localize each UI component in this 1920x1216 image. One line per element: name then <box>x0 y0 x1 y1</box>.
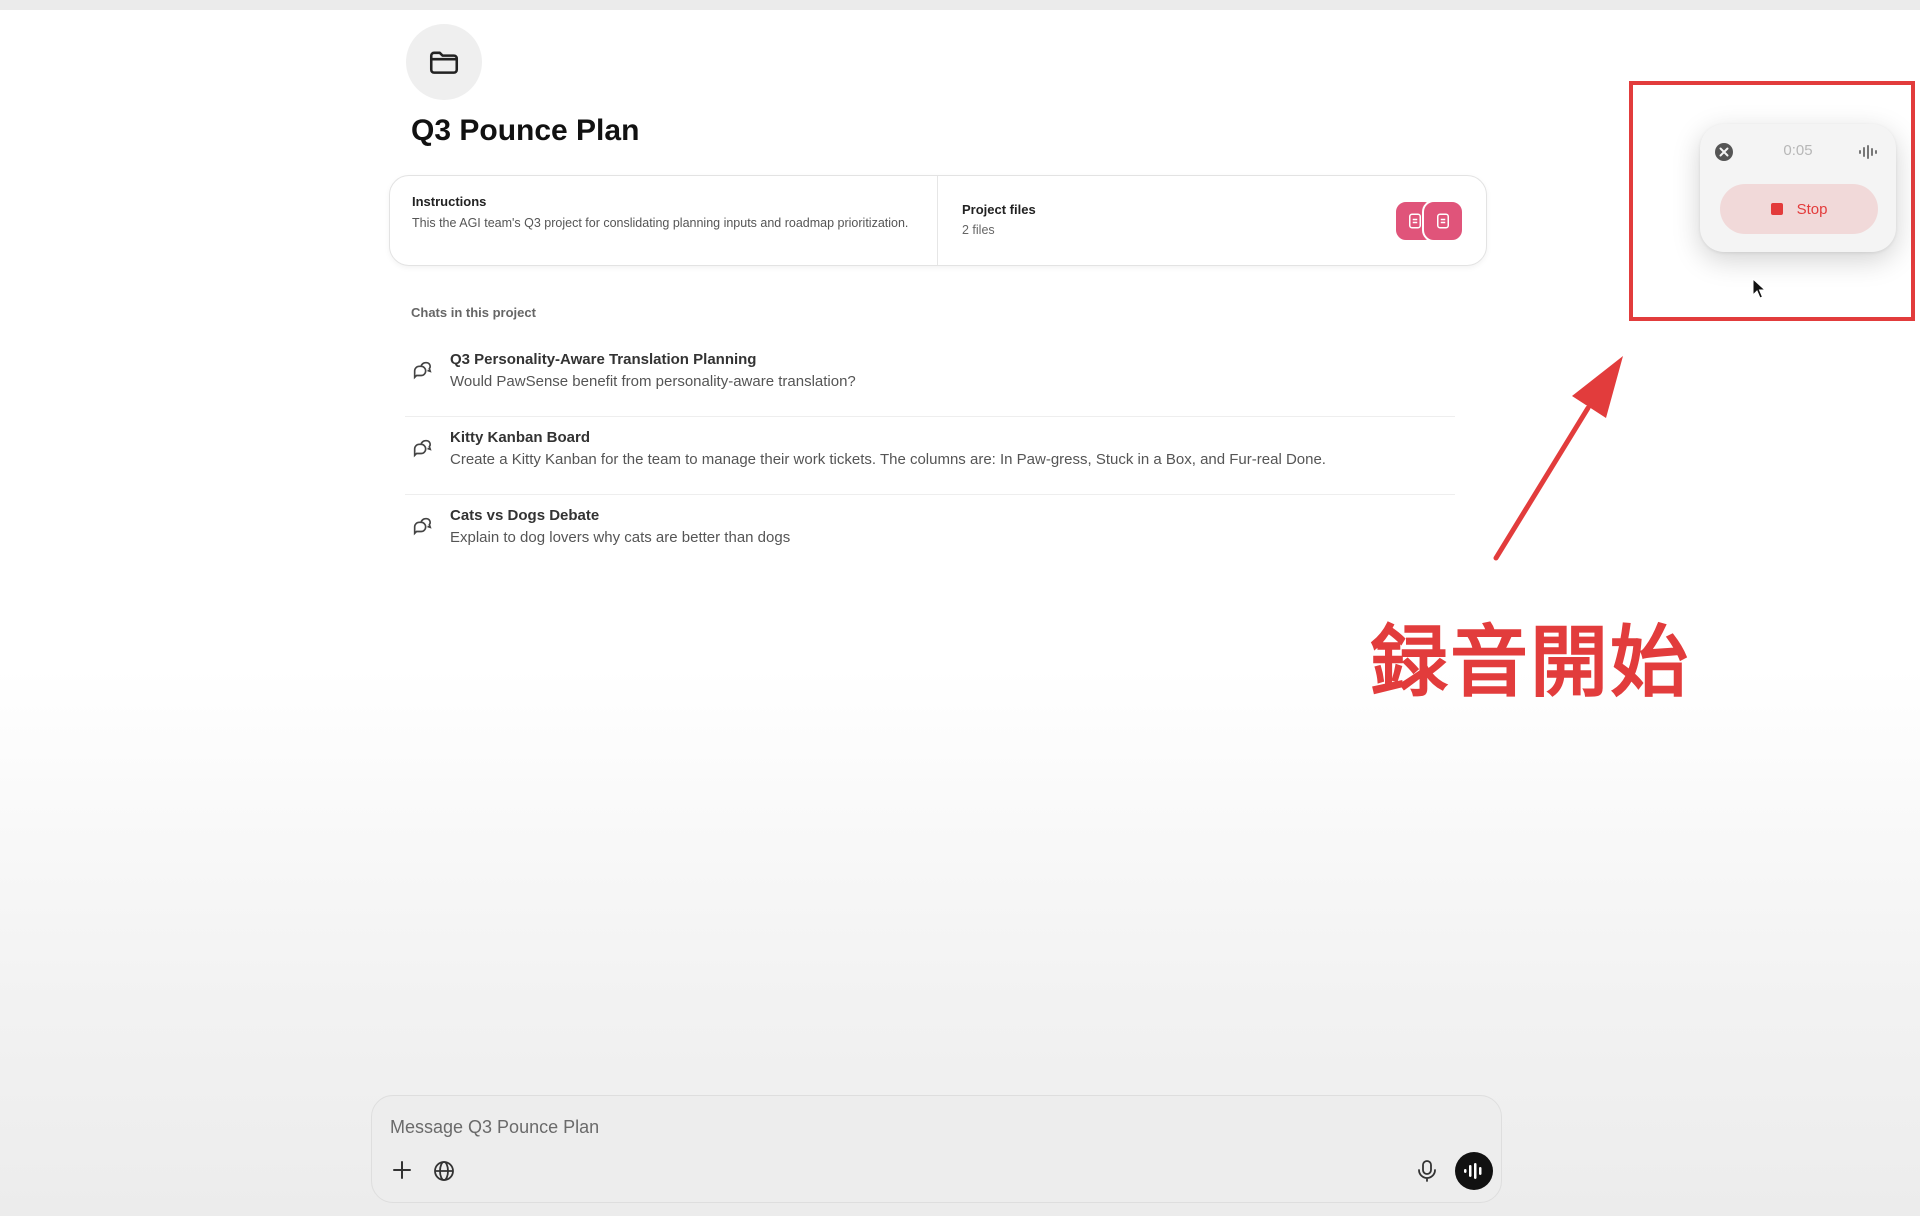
chat-bubble-icon <box>411 437 433 464</box>
stop-icon <box>1770 203 1783 215</box>
document-icon <box>1422 200 1464 242</box>
chat-subtitle: Would PawSense benefit from personality-… <box>450 373 856 390</box>
page-title: Q3 Pounce Plan <box>411 114 640 147</box>
folder-icon <box>406 24 482 100</box>
recording-widget: 0:05 Stop <box>1700 124 1896 252</box>
instructions-title: Instructions <box>412 194 487 209</box>
stop-recording-button[interactable]: Stop <box>1720 184 1878 234</box>
project-files-count: 2 files <box>962 223 995 237</box>
message-composer <box>371 1095 1502 1203</box>
chat-item[interactable]: Q3 Personality-Aware Translation Plannin… <box>405 339 1455 417</box>
annotation-arrow-icon <box>1493 356 1623 561</box>
voice-mode-button[interactable] <box>1455 1152 1493 1190</box>
project-files-title: Project files <box>962 202 1036 217</box>
message-input[interactable] <box>390 1114 1290 1140</box>
chat-title: Q3 Personality-Aware Translation Plannin… <box>450 351 757 368</box>
chat-item[interactable]: Cats vs Dogs Debate Explain to dog lover… <box>405 495 1455 573</box>
waveform-icon <box>1464 1163 1482 1179</box>
instructions-panel[interactable]: Instructions This the AGI team's Q3 proj… <box>390 176 938 265</box>
chat-title: Kitty Kanban Board <box>450 429 591 446</box>
file-icons-stack[interactable] <box>1394 200 1466 242</box>
stop-label: Stop <box>1796 200 1828 218</box>
plus-icon[interactable] <box>390 1158 414 1187</box>
instructions-text: This the AGI team's Q3 project for consl… <box>412 216 909 230</box>
project-files-panel[interactable]: Project files 2 files <box>938 176 1486 265</box>
chat-subtitle: Explain to dog lovers why cats are bette… <box>450 529 791 546</box>
chat-title: Cats vs Dogs Debate <box>450 507 600 524</box>
chat-list: Q3 Personality-Aware Translation Plannin… <box>405 339 1455 573</box>
globe-icon[interactable] <box>432 1159 456 1188</box>
top-bar <box>0 0 1920 10</box>
annotation-label: 録音開始 <box>1370 618 1691 708</box>
chat-item[interactable]: Kitty Kanban Board Create a Kitty Kanban… <box>405 417 1455 495</box>
mouse-cursor-icon <box>1752 277 1768 305</box>
chat-bubble-icon <box>411 359 433 386</box>
chat-bubble-icon <box>411 515 433 542</box>
project-info-card: Instructions This the AGI team's Q3 proj… <box>389 175 1487 266</box>
chats-heading: Chats in this project <box>411 305 536 320</box>
chat-subtitle: Create a Kitty Kanban for the team to ma… <box>450 451 1326 468</box>
microphone-icon[interactable] <box>1416 1159 1438 1188</box>
waveform-icon <box>1858 144 1880 165</box>
